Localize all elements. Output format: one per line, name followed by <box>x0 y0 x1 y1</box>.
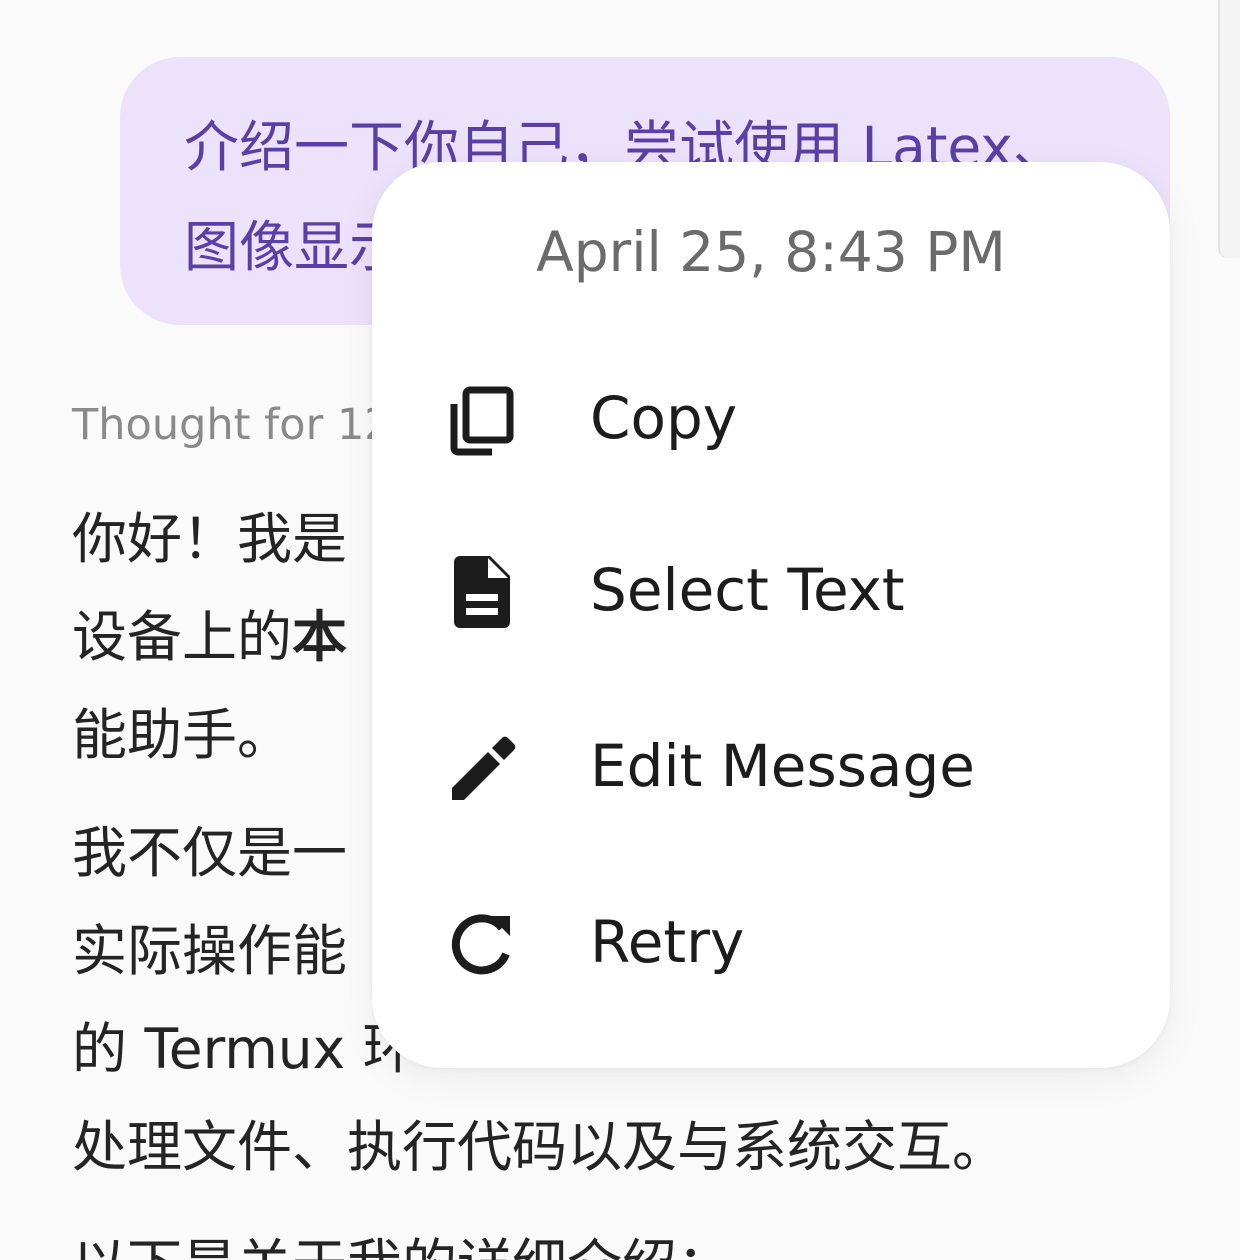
assistant-text: 处理文件、执行代码以及与系统交互。 <box>72 1115 1008 1179</box>
edit-message-label: Edit Message <box>590 732 975 800</box>
chat-screen: 介绍一下你自己，尝试使用 Latex、 图像显示 Thought for 12s… <box>0 0 1240 1260</box>
assistant-text: 能助手。 <box>72 703 293 767</box>
copy-label: Copy <box>590 384 738 452</box>
message-timestamp: April 25, 8:43 PM <box>536 220 1006 284</box>
edit-message-menu-item[interactable]: Edit Message <box>372 696 1170 836</box>
message-context-menu: April 25, 8:43 PM Copy Select Text Edit <box>372 162 1170 1068</box>
copy-icon <box>450 386 514 456</box>
assistant-text: 设备上的 <box>72 605 293 669</box>
scrollbar[interactable] <box>1218 0 1240 258</box>
assistant-text: 实际操作能 <box>72 919 348 983</box>
copy-menu-item[interactable]: Copy <box>372 348 1170 488</box>
retry-menu-item[interactable]: Retry <box>372 872 1170 1012</box>
assistant-bold-text: 本 <box>292 605 348 669</box>
assistant-text: 你好！我是 <box>72 507 348 571</box>
select-text-label: Select Text <box>590 556 905 624</box>
thought-duration-label[interactable]: Thought for 12s <box>72 400 414 450</box>
select-text-menu-item[interactable]: Select Text <box>372 520 1170 660</box>
assistant-text: 的 Termux 环 <box>72 1017 418 1081</box>
retry-label: Retry <box>590 908 745 976</box>
assistant-paragraph: 以下是关于我的详细介绍： <box>72 1216 1172 1260</box>
refresh-icon <box>451 914 510 975</box>
assistant-text: 我不仅是一 <box>72 821 348 885</box>
assistant-text: 以下是关于我的详细介绍： <box>72 1233 732 1260</box>
pencil-icon <box>452 736 516 800</box>
document-icon <box>454 556 510 628</box>
